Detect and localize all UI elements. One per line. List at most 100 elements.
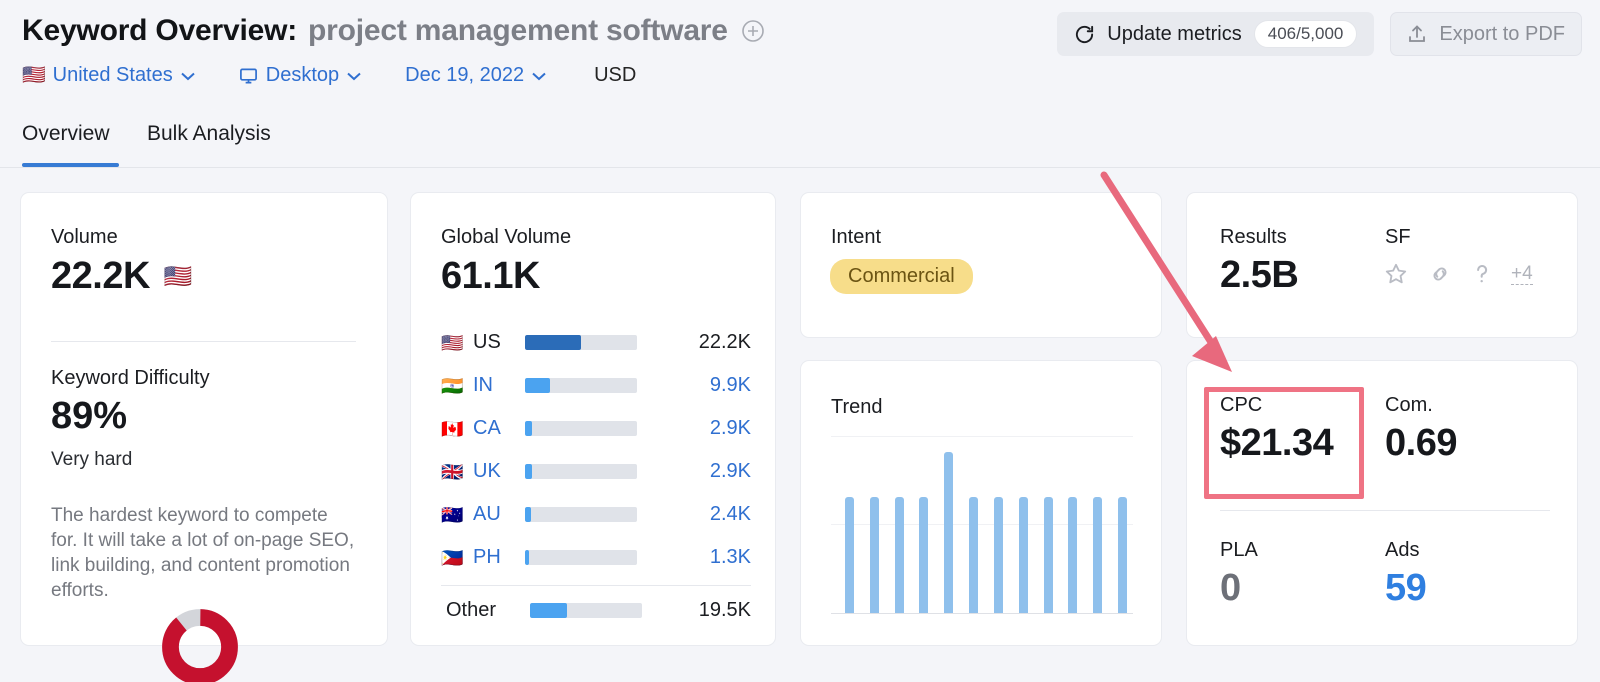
tab-overview[interactable]: Overview [22,120,110,168]
link-icon[interactable] [1427,261,1453,287]
trend-bar [894,497,904,613]
chevron-down-icon [347,64,361,87]
volume-card: Volume 22.2K 🇺🇸 Keyword Difficulty 89% V… [20,192,388,682]
country-volume-list: 🇺🇸 US 22.2K 🇮🇳 IN 9.9K 🇨🇦 CA 2.9K 🇬🇧 UK 2.9K 🇦🇺 AU 2.4… [441,321,751,634]
device-filter-label: Desktop [265,64,340,86]
chevron-down-icon [532,64,546,87]
country-row[interactable]: 🇦🇺 AU 2.4K [441,493,751,536]
country-code: AU [473,503,501,525]
other-countries-row: Other 19.5K [441,586,751,634]
keyword-difficulty-description: The hardest keyword to compete for. It w… [51,505,355,601]
country-row[interactable]: 🇺🇸 US 22.2K [441,321,751,364]
cpc-label: CPC [1220,394,1263,416]
other-volume-bar [530,602,642,618]
divider [51,341,356,342]
other-label: Other [446,598,497,621]
question-icon[interactable] [1471,261,1493,287]
country-volume-value: 2.9K [709,460,751,482]
country-filter-label: United States [52,64,173,86]
upload-icon [1407,24,1427,44]
export-pdf-button[interactable]: Export to PDF [1390,12,1582,56]
keyword-difficulty-label: Keyword Difficulty [51,367,210,389]
cpc-value: $21.34 [1220,422,1334,464]
ads-value[interactable]: 59 [1385,567,1427,610]
trend-bar [1117,497,1127,613]
country-flag-icon: 🇺🇸 [441,332,464,353]
page-header: Keyword Overview: project management sof… [0,0,1600,120]
country-flag-icon: 🇮🇳 [441,375,464,396]
country-row[interactable]: 🇨🇦 CA 2.9K [441,407,751,450]
chart-axis [831,613,1133,614]
intent-card: Intent Commercial [800,192,1162,338]
keyword-difficulty-donut [161,608,239,682]
us-flag-icon: 🇺🇸 [22,65,46,86]
country-volume-bar [525,550,637,565]
trend-chart [831,436,1133,614]
trend-bars [845,436,1127,613]
trend-bar [845,497,854,613]
other-volume-value: 19.5K [698,598,751,621]
results-card: Results 2.5B SF +4 [1186,192,1578,338]
date-filter[interactable]: Dec 19, 2022 [405,64,546,87]
filter-bar: 🇺🇸 United States Desktop Dec 19, 2022 US… [22,64,636,87]
country-code: PH [473,546,501,568]
monitor-icon [239,67,258,85]
page-title: Keyword Overview: project management sof… [22,14,765,48]
trend-bar [1093,497,1103,613]
country-filter[interactable]: 🇺🇸 United States [22,64,195,87]
country-volume-value: 1.3K [709,546,751,568]
trend-bar [944,452,954,613]
keyword-difficulty-value: 89% [51,395,128,437]
country-volume-value: 2.9K [709,417,751,439]
volume-label: Volume [51,226,118,248]
sf-icon-list: +4 [1383,261,1533,287]
country-code: IN [473,374,493,396]
export-pdf-label: Export to PDF [1439,22,1565,45]
date-filter-label: Dec 19, 2022 [405,64,525,86]
page-title-keyword: project management software [308,14,728,47]
country-code: CA [473,417,501,439]
trend-card: Trend [800,360,1162,646]
volume-value: 22.2K [51,255,150,297]
results-label: Results [1220,226,1287,248]
country-flag-icon: 🇬🇧 [441,461,464,482]
intent-label: Intent [831,226,882,248]
trend-bar [969,497,979,613]
country-code: UK [473,460,501,482]
intent-badge[interactable]: Commercial [830,259,973,294]
sf-more-button[interactable]: +4 [1511,263,1533,285]
country-row[interactable]: 🇬🇧 UK 2.9K [441,450,751,493]
active-tab-indicator [22,163,119,167]
country-volume-bar [525,507,637,522]
tab-bulk-analysis[interactable]: Bulk Analysis [147,120,271,168]
global-volume-card: Global Volume 61.1K 🇺🇸 US 22.2K 🇮🇳 IN 9.9K 🇨🇦 C… [410,192,776,646]
ads-label: Ads [1385,539,1420,561]
country-volume-bar [525,335,637,350]
com-value: 0.69 [1385,422,1457,464]
sf-label: SF [1385,226,1411,248]
keyword-difficulty-level: Very hard [51,449,133,470]
refresh-icon [1074,24,1095,45]
country-flag-icon: 🇨🇦 [441,418,464,439]
star-icon[interactable] [1383,261,1409,287]
country-row[interactable]: 🇮🇳 IN 9.9K [441,364,751,407]
trend-bar [1018,497,1028,613]
currency-label: USD [594,64,637,86]
country-volume-bar [525,378,637,393]
tab-bar: Overview Bulk Analysis [0,120,1600,168]
chevron-down-icon [181,64,195,87]
country-row[interactable]: 🇵🇭 PH 1.3K [441,536,751,579]
update-metrics-button[interactable]: Update metrics 406/5,000 [1057,12,1375,56]
global-volume-value: 61.1K [441,255,540,297]
country-volume-value: 2.4K [709,503,751,525]
global-volume-label: Global Volume [441,226,572,248]
device-filter[interactable]: Desktop [239,64,361,87]
plus-circle-icon[interactable] [741,19,765,43]
quota-badge: 406/5,000 [1253,20,1358,48]
us-flag-icon: 🇺🇸 [163,263,193,289]
country-volume-bar [525,464,637,479]
country-volume-bar [525,421,637,436]
keyword-overview-page: Keyword Overview: project management sof… [0,0,1600,682]
trend-label: Trend [831,396,883,418]
country-volume-value: 9.9K [709,374,751,396]
